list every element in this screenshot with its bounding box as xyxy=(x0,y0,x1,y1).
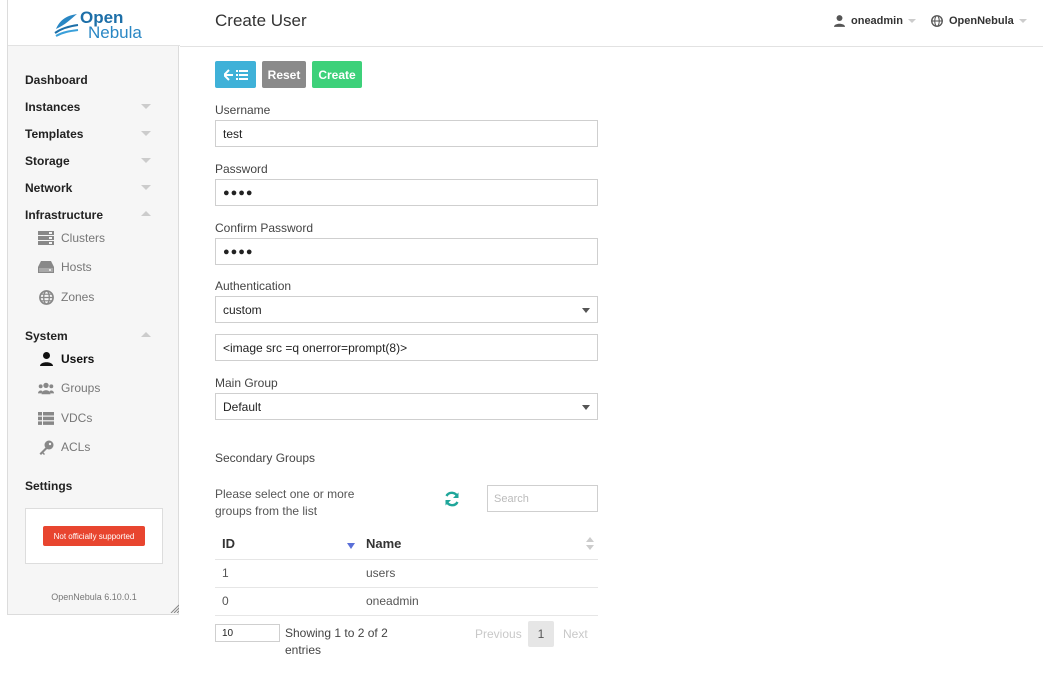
sort-desc-icon[interactable] xyxy=(347,543,355,549)
nav-storage[interactable]: Storage xyxy=(25,154,70,168)
username-input[interactable]: test xyxy=(215,120,598,147)
chevron-down-icon[interactable] xyxy=(141,158,151,163)
authentication-select[interactable]: custom xyxy=(215,296,598,323)
nav-system[interactable]: System xyxy=(25,329,68,343)
nav-infrastructure[interactable]: Infrastructure xyxy=(25,208,103,222)
chevron-down-icon[interactable] xyxy=(141,185,151,190)
confirm-password-input[interactable]: ●●●● xyxy=(215,238,598,265)
previous-page-button[interactable]: Previous xyxy=(475,627,522,641)
nav-dashboard[interactable]: Dashboard xyxy=(25,73,88,87)
reset-button[interactable]: Reset xyxy=(262,61,306,88)
sidebar-item-vdcs[interactable]: VDCs xyxy=(38,410,92,426)
sidebar-item-label: Hosts xyxy=(61,260,92,274)
user-icon xyxy=(834,15,845,27)
sidebar-item-users[interactable]: Users xyxy=(38,351,94,367)
nav-settings[interactable]: Settings xyxy=(25,479,72,493)
table-row-id[interactable]: 1 xyxy=(222,566,229,580)
select-arrow-icon xyxy=(582,308,590,313)
table-row-name[interactable]: oneadmin xyxy=(366,594,419,608)
user-menu[interactable]: oneadmin xyxy=(834,15,916,27)
sidebar-item-acls[interactable]: ACLs xyxy=(38,439,90,455)
globe-icon xyxy=(931,15,943,27)
sidebar-item-label: Groups xyxy=(61,381,101,395)
groups-search-input[interactable]: Search xyxy=(487,485,598,512)
chevron-down-icon xyxy=(907,19,916,23)
refresh-icon[interactable] xyxy=(444,491,460,507)
support-badge[interactable]: Not officially supported xyxy=(43,526,145,546)
groups-helper-text: Please select one or more groups from th… xyxy=(215,487,355,518)
nav-templates[interactable]: Templates xyxy=(25,127,83,141)
table-row-id[interactable]: 0 xyxy=(222,594,229,608)
divider xyxy=(215,615,598,616)
sidebar-item-clusters[interactable]: Clusters xyxy=(38,230,105,246)
confirm-password-label: Confirm Password xyxy=(215,221,314,235)
zone-name: OpenNebula xyxy=(949,15,1014,27)
header: Create User oneadmin OpenNebula xyxy=(180,0,1043,47)
password-input[interactable]: ●●●● xyxy=(215,179,598,206)
resize-grip-icon[interactable] xyxy=(170,604,179,613)
nav-instances[interactable]: Instances xyxy=(25,100,80,114)
chevron-down-icon xyxy=(1018,19,1027,23)
chevron-down-icon[interactable] xyxy=(141,131,151,136)
back-to-list-button[interactable] xyxy=(215,61,256,88)
version-text: OpenNebula 6.10.0.1 xyxy=(51,592,137,602)
sidebar-item-label: Users xyxy=(61,352,95,366)
list-icon xyxy=(38,410,54,426)
sidebar-item-label: Clusters xyxy=(61,231,106,245)
hdd-icon xyxy=(38,259,54,275)
chevron-up-icon[interactable] xyxy=(141,211,151,216)
page-title: Create User xyxy=(215,11,307,30)
opennebula-logo-icon xyxy=(54,14,79,37)
back-list-icon xyxy=(223,68,248,81)
custom-auth-input[interactable]: <image src =q onerror=prompt(8)> xyxy=(215,334,598,361)
table-row-name[interactable]: users xyxy=(366,566,395,580)
column-header-name[interactable]: Name xyxy=(366,536,401,551)
support-box: Not officially supported xyxy=(25,508,163,564)
sidebar-item-groups[interactable]: Groups xyxy=(38,380,100,396)
sidebar-item-hosts[interactable]: Hosts xyxy=(38,259,92,275)
authentication-label: Authentication xyxy=(215,279,292,293)
page-size-select[interactable]: 10 xyxy=(215,624,280,642)
key-icon xyxy=(38,439,54,455)
sidebar: Open Nebula Dashboard Instances Template… xyxy=(7,0,180,615)
page-number-button[interactable]: 1 xyxy=(528,621,554,647)
create-button[interactable]: Create xyxy=(312,61,362,88)
users-icon xyxy=(38,380,54,396)
chevron-up-icon[interactable] xyxy=(141,332,151,337)
password-label: Password xyxy=(215,162,268,176)
main-group-select[interactable]: Default xyxy=(215,393,598,420)
logo[interactable]: Open Nebula xyxy=(8,0,180,46)
showing-entries-text: Showing 1 to 2 of 2 entries xyxy=(285,626,388,657)
server-stack-icon xyxy=(38,230,54,246)
next-page-button[interactable]: Next xyxy=(563,627,588,641)
zone-menu[interactable]: OpenNebula xyxy=(931,15,1027,27)
select-arrow-icon xyxy=(582,405,590,410)
sidebar-item-label: VDCs xyxy=(61,411,93,425)
chevron-down-icon[interactable] xyxy=(141,104,151,109)
column-header-id[interactable]: ID xyxy=(222,536,235,551)
logo-text-nebula: Nebula xyxy=(88,23,142,42)
username-label: Username xyxy=(215,103,271,117)
sidebar-item-zones[interactable]: Zones xyxy=(38,289,94,305)
divider xyxy=(215,559,598,560)
main-group-label: Main Group xyxy=(215,376,278,390)
sidebar-item-label: ACLs xyxy=(61,440,91,454)
secondary-groups-label: Secondary Groups xyxy=(215,451,316,465)
user-name: oneadmin xyxy=(851,15,903,27)
main-group-value: Default xyxy=(223,399,262,414)
sidebar-item-label: Zones xyxy=(61,290,95,304)
authentication-value: custom xyxy=(223,302,262,317)
nav-network[interactable]: Network xyxy=(25,181,72,195)
divider xyxy=(215,587,598,588)
user-icon xyxy=(38,351,54,367)
globe-icon xyxy=(38,289,54,305)
sort-icon[interactable] xyxy=(586,537,594,550)
